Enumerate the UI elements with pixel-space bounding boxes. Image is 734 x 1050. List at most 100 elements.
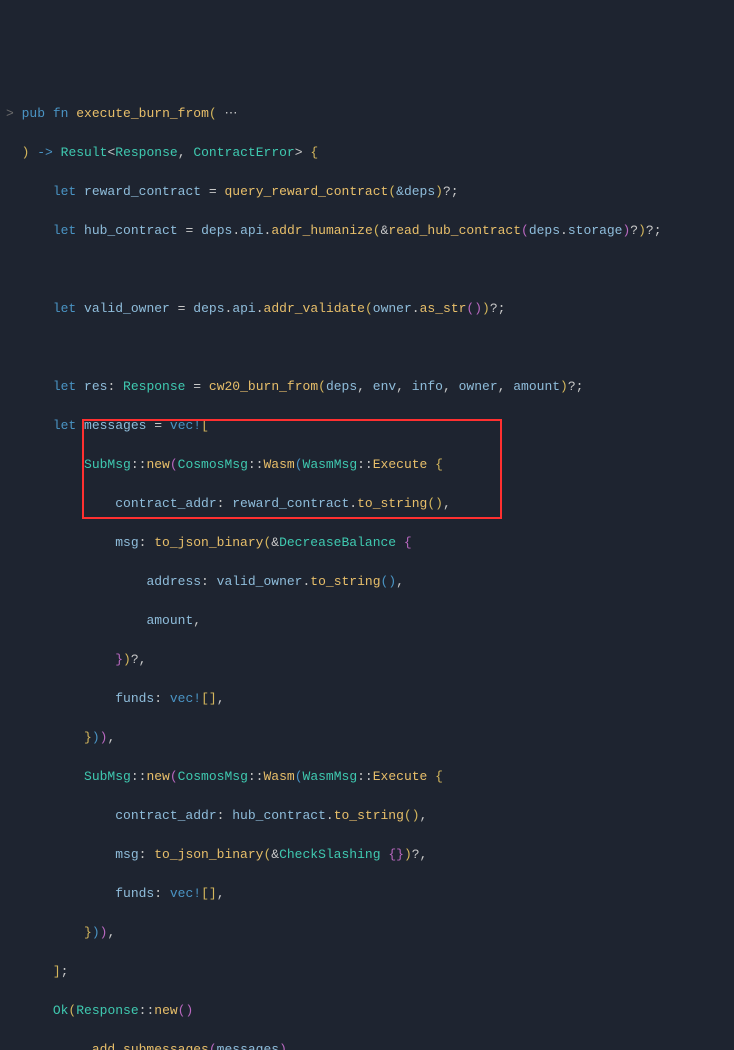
keyword-let: let	[53, 418, 76, 433]
type-cosmosmsg: CosmosMsg	[178, 769, 248, 784]
keyword-pub: pub	[22, 106, 45, 121]
variant-execute: Execute	[373, 769, 428, 784]
variable: reward_contract	[232, 496, 349, 511]
open-paren: (	[209, 106, 217, 121]
type-check-slashing: CheckSlashing	[279, 847, 380, 862]
method: to_string	[310, 574, 380, 589]
type-submsg: SubMsg	[84, 457, 131, 472]
type-response: Response	[76, 1003, 138, 1018]
gutter-marker: >	[6, 106, 22, 121]
method: as_str	[420, 301, 467, 316]
type-contract-error: ContractError	[193, 145, 294, 160]
function-call: query_reward_contract	[225, 184, 389, 199]
keyword-let: let	[53, 184, 76, 199]
function-call: to_json_binary	[154, 535, 263, 550]
field: contract_addr	[115, 808, 216, 823]
method: addr_validate	[264, 301, 365, 316]
function-call: cw20_burn_from	[209, 379, 318, 394]
ok-variant: Ok	[53, 1003, 69, 1018]
variable: valid_owner	[84, 301, 170, 316]
code-line: funds: vec![],	[6, 884, 734, 904]
code-line: contract_addr: hub_contract.to_string(),	[6, 806, 734, 826]
variable: hub_contract	[232, 808, 326, 823]
code-line: ];	[6, 962, 734, 982]
code-line: contract_addr: reward_contract.to_string…	[6, 494, 734, 514]
code-line: let messages = vec![	[6, 416, 734, 436]
variable: reward_contract	[84, 184, 201, 199]
field: contract_addr	[115, 496, 216, 511]
vec-macro: vec!	[170, 886, 201, 901]
type-response: Response	[123, 379, 185, 394]
code-line: let valid_owner = deps.api.addr_validate…	[6, 299, 734, 319]
code-line: amount,	[6, 611, 734, 631]
param: info	[412, 379, 443, 394]
param: deps	[201, 223, 232, 238]
field: msg	[115, 847, 138, 862]
vec-macro: vec!	[170, 418, 201, 433]
code-line: let hub_contract = deps.api.addr_humaniz…	[6, 221, 734, 241]
param: deps	[529, 223, 560, 238]
variable: res	[84, 379, 107, 394]
method: to_string	[334, 808, 404, 823]
method: add_submessages	[92, 1042, 209, 1050]
field: address	[146, 574, 201, 589]
variant-wasm: Wasm	[263, 457, 294, 472]
code-line: funds: vec![],	[6, 689, 734, 709]
type-result: Result	[61, 145, 108, 160]
method-new: new	[146, 769, 169, 784]
field-storage: storage	[568, 223, 623, 238]
variant-wasm: Wasm	[263, 769, 294, 784]
type-wasmmsg: WasmMsg	[303, 457, 358, 472]
keyword-let: let	[53, 379, 76, 394]
field: amount	[146, 613, 193, 628]
vec-macro: vec!	[170, 691, 201, 706]
code-line	[6, 260, 734, 280]
variable: hub_contract	[84, 223, 178, 238]
code-line: .add_submessages(messages)	[6, 1040, 734, 1050]
code-line: })?,	[6, 650, 734, 670]
arrow-operator: ->	[37, 145, 53, 160]
function-name: execute_burn_from	[76, 106, 209, 121]
field: funds	[115, 886, 154, 901]
type-wasmmsg: WasmMsg	[303, 769, 358, 784]
field-api: api	[232, 301, 255, 316]
function-call: to_json_binary	[154, 847, 263, 862]
code-line: ) -> Result<Response, ContractError> {	[6, 143, 734, 163]
keyword-fn: fn	[53, 106, 69, 121]
type-cosmosmsg: CosmosMsg	[178, 457, 248, 472]
code-line: })),	[6, 923, 734, 943]
code-line: msg: to_json_binary(&DecreaseBalance {	[6, 533, 734, 553]
param: amount	[513, 379, 560, 394]
variable: valid_owner	[217, 574, 303, 589]
type-decrease-balance: DecreaseBalance	[279, 535, 396, 550]
param: messages	[217, 1042, 279, 1050]
field: funds	[115, 691, 154, 706]
type-response: Response	[115, 145, 177, 160]
keyword-let: let	[53, 301, 76, 316]
code-line: let res: Response = cw20_burn_from(deps,…	[6, 377, 734, 397]
ellipsis: ⋯	[225, 106, 238, 121]
param: deps	[326, 379, 357, 394]
param-ref: &deps	[396, 184, 435, 199]
variable: messages	[84, 418, 146, 433]
param: env	[373, 379, 396, 394]
keyword-let: let	[53, 223, 76, 238]
function-call: read_hub_contract	[388, 223, 521, 238]
method-new: new	[154, 1003, 177, 1018]
code-editor[interactable]: > pub fn execute_burn_from( ⋯ ) -> Resul…	[6, 84, 734, 1050]
code-line: })),	[6, 728, 734, 748]
code-line	[6, 338, 734, 358]
field-api: api	[240, 223, 263, 238]
code-line: let reward_contract = query_reward_contr…	[6, 182, 734, 202]
code-line: Ok(Response::new()	[6, 1001, 734, 1021]
param: deps	[193, 301, 224, 316]
param: owner	[373, 301, 412, 316]
close-paren: )	[22, 145, 30, 160]
variant-execute: Execute	[373, 457, 428, 472]
method: addr_humanize	[271, 223, 372, 238]
code-line: > pub fn execute_burn_from( ⋯	[6, 104, 734, 124]
code-line: address: valid_owner.to_string(),	[6, 572, 734, 592]
method: to_string	[357, 496, 427, 511]
field: msg	[115, 535, 138, 550]
code-line: msg: to_json_binary(&CheckSlashing {})?,	[6, 845, 734, 865]
